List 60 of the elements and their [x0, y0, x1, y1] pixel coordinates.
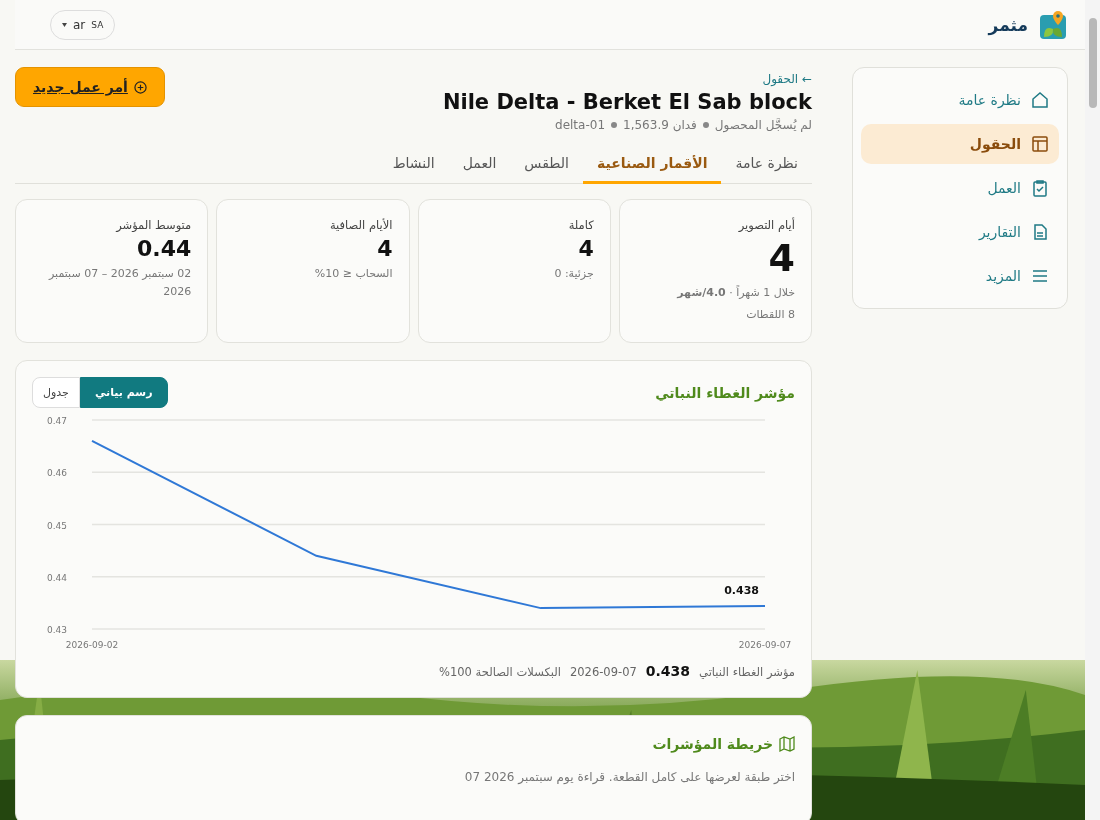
valid-pixels: البكسلات الصالحة 100%	[439, 665, 561, 679]
chart-title: مؤشر الغطاء النباتي	[655, 384, 795, 401]
stat-note: 8 اللقطات	[746, 306, 795, 323]
stat-value: 4	[578, 236, 594, 261]
tab[interactable]: الطقس	[510, 146, 583, 184]
axis-tick-label: 2026-09-02	[65, 640, 119, 650]
tab[interactable]: النشاط	[378, 146, 449, 184]
menu-icon	[1031, 267, 1049, 285]
stat-value: 4	[768, 236, 795, 280]
sidebar-item[interactable]: نظرة عامة	[861, 80, 1059, 120]
reading-date: 2026-09-07	[569, 665, 637, 679]
axis-tick-label: 0.47	[46, 416, 67, 426]
map-title: خريطة المؤشرات	[652, 736, 773, 752]
value-label: 0.438	[724, 584, 759, 598]
view-toggle[interactable]: رسم بياني	[79, 377, 168, 408]
brand-name: مثمر	[988, 14, 1028, 35]
tab[interactable]: العمل	[448, 146, 511, 184]
plus-circle-icon	[133, 80, 147, 94]
meta-text: لم يُسجَّل المحصول	[714, 118, 812, 132]
stat-note: خلال 1 شهراً · 4.0/شهر	[677, 284, 795, 301]
stat-note: جزئية: 0	[554, 266, 594, 282]
sidebar-item[interactable]: العمل	[861, 168, 1059, 208]
stat-label: أيام التصوير	[738, 218, 795, 232]
language-selector[interactable]: ar SA	[50, 9, 116, 40]
sidebar-item[interactable]: المزيد	[861, 256, 1059, 296]
document-icon	[1031, 223, 1049, 241]
home-icon	[1031, 91, 1049, 109]
bullet-icon	[702, 122, 709, 128]
meta-text: فدان 1,563.9	[623, 118, 697, 132]
table-icon	[1031, 135, 1049, 153]
breadcrumb-link[interactable]: ← الحقول	[762, 72, 812, 86]
logo-icon	[1038, 8, 1068, 41]
axis-tick-label: 0.43	[46, 625, 67, 635]
meta-text: delta-01	[555, 118, 606, 132]
map-description: اختر طبقة لعرضها على كامل القطعة. قراءة يوم سبتمبر 2026 07	[463, 770, 795, 784]
clipboard-check-icon	[1031, 179, 1049, 197]
axis-tick-label: 0.44	[46, 572, 67, 583]
sidebar-item[interactable]: الحقول	[861, 124, 1059, 164]
axis-tick-label: 0.45	[46, 520, 67, 531]
stat-value: 4	[377, 236, 393, 261]
sidebar-item[interactable]: التقارير	[861, 212, 1059, 252]
stat-note: السحاب ≤ 10%	[314, 266, 393, 282]
stat-label: كاملة	[568, 218, 594, 232]
tab[interactable]: نظرة عامة	[721, 146, 812, 184]
axis-tick-label: 0.46	[46, 468, 67, 479]
map-icon	[779, 736, 795, 752]
reading-value: 0.438	[645, 663, 691, 679]
view-toggle[interactable]: جدول	[32, 377, 80, 408]
stat-label: متوسط المؤشر	[116, 218, 192, 232]
new-work-order-button[interactable]: أمر عمل جديد	[15, 67, 165, 107]
bullet-icon	[611, 122, 618, 128]
reading-label: مؤشر الغطاء النباتي	[699, 665, 795, 679]
stat-label: الأيام الصافية	[329, 218, 393, 232]
axis-tick-label: 2026-09-07	[738, 640, 792, 650]
caret-icon	[62, 22, 67, 27]
stat-value: 0.44	[136, 236, 192, 261]
scrollbar[interactable]	[1085, 0, 1100, 820]
page-title: Nile Delta - Berket El Sab block	[442, 90, 812, 114]
tab[interactable]: الأقمار الصناعية	[582, 146, 722, 184]
stat-note: 02 سبتمبر 2026 – 07 سبتمبر 2026	[47, 266, 192, 300]
